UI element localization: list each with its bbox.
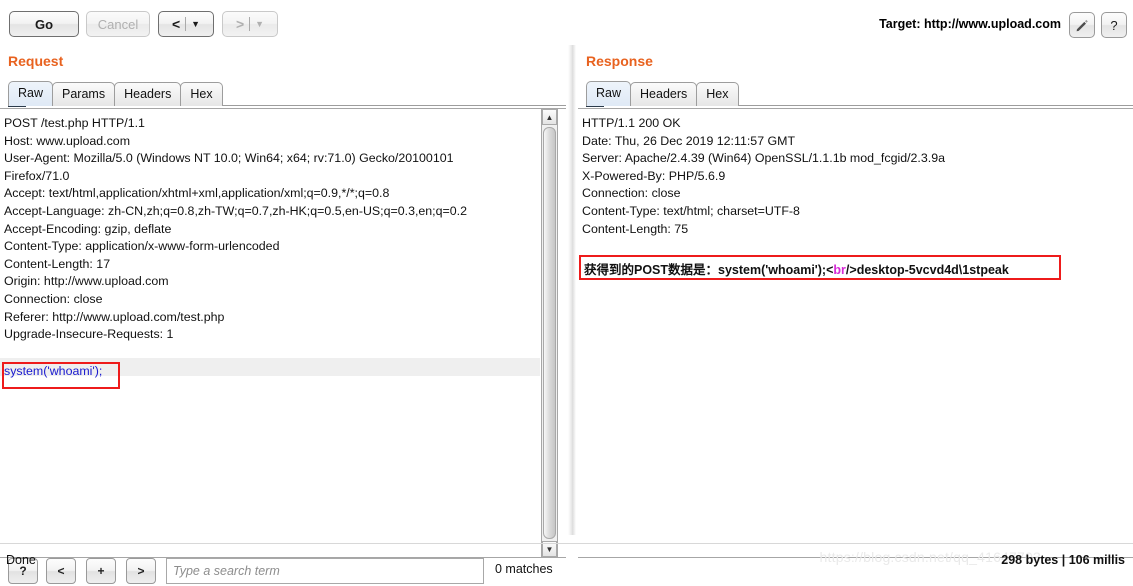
request-headers-text: POST /test.php HTTP/1.1 Host: www.upload… [4, 116, 467, 342]
target-label: Target: http://www.upload.com [879, 17, 1061, 31]
scroll-up-icon[interactable]: ▲ [542, 109, 557, 125]
scroll-thumb[interactable] [543, 127, 556, 539]
cancel-button[interactable]: Cancel [86, 11, 150, 37]
request-search-bar: ? < + > Type a search term 0 matches [8, 558, 564, 586]
response-editor[interactable]: HTTP/1.1 200 OK Date: Thu, 26 Dec 2019 1… [578, 108, 1133, 558]
forward-arrow-icon: > [235, 16, 245, 32]
top-toolbar: Go Cancel < ▼ > ▼ Target: http://www.upl… [0, 0, 1133, 45]
edit-target-button[interactable] [1069, 12, 1095, 38]
pencil-icon [1076, 19, 1088, 32]
tab-response-raw[interactable]: Raw [586, 81, 632, 106]
go-button[interactable]: Go [9, 11, 79, 37]
back-arrow-icon: < [171, 16, 181, 32]
status-state: Done [6, 553, 36, 567]
panel-divider[interactable] [568, 45, 576, 535]
response-size-timing: 298 bytes | 106 millis [1001, 553, 1125, 567]
status-divider [0, 543, 1133, 544]
response-panel: Response Raw Headers Hex HTTP/1.1 200 OK… [578, 45, 1133, 558]
divider-icon [249, 17, 251, 31]
request-search-add-button[interactable]: + [86, 558, 116, 584]
tab-response-hex[interactable]: Hex [696, 82, 739, 106]
request-body-annotation-box [2, 362, 120, 389]
divider-icon [185, 17, 187, 31]
request-editor[interactable]: POST /test.php HTTP/1.1 Host: www.upload… [0, 108, 566, 558]
request-panel: Request Raw Params Headers Hex POST /tes… [0, 45, 566, 584]
tab-request-raw[interactable]: Raw [8, 81, 54, 106]
request-search-input[interactable]: Type a search term [166, 558, 484, 584]
tab-request-hex[interactable]: Hex [180, 82, 223, 106]
tab-request-params[interactable]: Params [52, 82, 116, 106]
chevron-down-icon[interactable]: ▼ [255, 19, 264, 29]
response-tabs: Raw Headers Hex [586, 81, 739, 106]
response-headers-text: HTTP/1.1 200 OK Date: Thu, 26 Dec 2019 1… [582, 116, 945, 236]
forward-button[interactable]: > ▼ [222, 11, 278, 37]
chevron-down-icon[interactable]: ▼ [191, 19, 200, 29]
request-scrollbar[interactable]: ▲ ▼ [541, 108, 558, 558]
help-button[interactable]: ? [1101, 12, 1127, 38]
response-title: Response [586, 53, 653, 69]
tab-response-headers[interactable]: Headers [630, 82, 698, 106]
request-search-next-button[interactable]: > [126, 558, 156, 584]
tab-request-headers[interactable]: Headers [114, 82, 182, 106]
response-body-annotation-box [579, 255, 1061, 280]
request-tabs: Raw Params Headers Hex [8, 81, 223, 106]
request-title: Request [8, 53, 64, 69]
back-button[interactable]: < ▼ [158, 11, 214, 37]
request-search-prev-button[interactable]: < [46, 558, 76, 584]
